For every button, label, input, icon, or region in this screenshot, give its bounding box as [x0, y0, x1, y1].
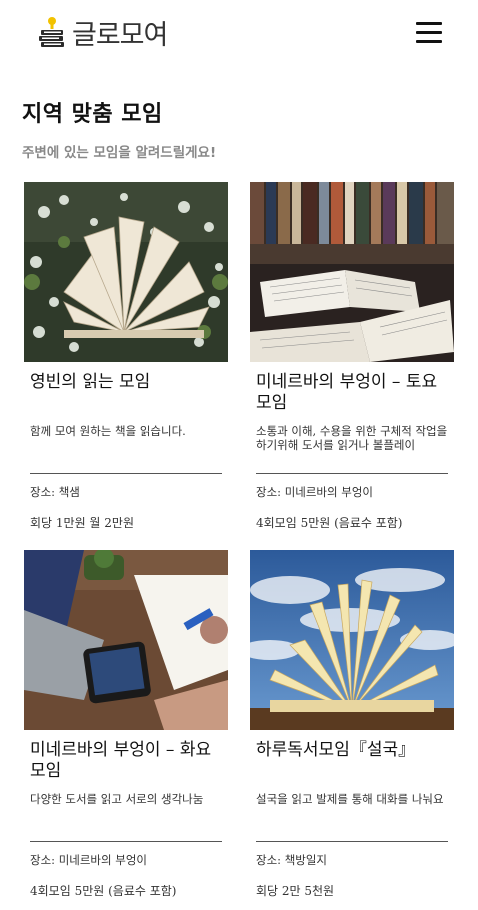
header: 글로모여 [0, 0, 478, 70]
logo[interactable]: 글로모여 [38, 14, 168, 51]
card-title: 미네르바의 부엉이 – 화요모임 [30, 740, 212, 781]
card-divider [256, 473, 448, 474]
card-title: 하루독서모임『설국』 [256, 740, 416, 760]
card-divider [30, 841, 222, 842]
card-divider [256, 841, 448, 842]
card-fee: 4회모임 5만원 (음료수 포함) [256, 516, 403, 530]
card-image-open-book-flowers [24, 182, 228, 362]
meeting-card[interactable]: 미네르바의 부엉이 – 화요모임 다양한 도서를 읽고 서로의 생각나눔 장소:… [24, 550, 228, 900]
card-title: 미네르바의 부엉이 – 토요모임 [256, 372, 438, 413]
card-location: 장소: 책방일지 [256, 853, 328, 867]
hamburger-menu-icon[interactable] [416, 22, 444, 46]
card-location: 장소: 책샘 [30, 485, 80, 499]
card-image-book-sky [250, 550, 454, 730]
meeting-card[interactable]: 하루독서모임『설국』 설국을 읽고 발제를 통해 대화를 나눠요 장소: 책방일… [250, 550, 454, 900]
card-description: 소통과 이해, 수용을 위한 구체적 작업을 하기위해 도서를 읽거나 볼플레이 [256, 424, 448, 452]
card-description: 함께 모여 원하는 책을 읽습니다. [30, 424, 186, 438]
card-image-open-books-shelf [250, 182, 454, 362]
card-image-laptop-phone-notes [24, 550, 228, 730]
meeting-card[interactable]: 미네르바의 부엉이 – 토요모임 소통과 이해, 수용을 위한 구체적 작업을 … [250, 182, 454, 532]
books-with-lightbulb-icon [38, 15, 66, 49]
page-subtitle: 주변에 있는 모임을 알려드릴게요! [22, 145, 217, 161]
card-title: 영빈의 읽는 모임 [30, 372, 151, 392]
card-description: 다양한 도서를 읽고 서로의 생각나눔 [30, 792, 204, 806]
card-description: 설국을 읽고 발제를 통해 대화를 나눠요 [256, 792, 444, 806]
card-location: 장소: 미네르바의 부엉이 [30, 853, 147, 867]
card-fee: 회당 2만 5천원 [256, 884, 335, 898]
meeting-card[interactable]: 영빈의 읽는 모임 함께 모여 원하는 책을 읽습니다. 장소: 책샘 회당 1… [24, 182, 228, 532]
logo-text: 글로모여 [72, 19, 168, 51]
card-fee: 회당 1만원 월 2만원 [30, 516, 134, 530]
card-location: 장소: 미네르바의 부엉이 [256, 485, 373, 499]
card-fee: 4회모임 5만원 (음료수 포함) [30, 884, 177, 898]
page-title: 지역 맞춤 모임 [22, 102, 163, 127]
card-divider [30, 473, 222, 474]
